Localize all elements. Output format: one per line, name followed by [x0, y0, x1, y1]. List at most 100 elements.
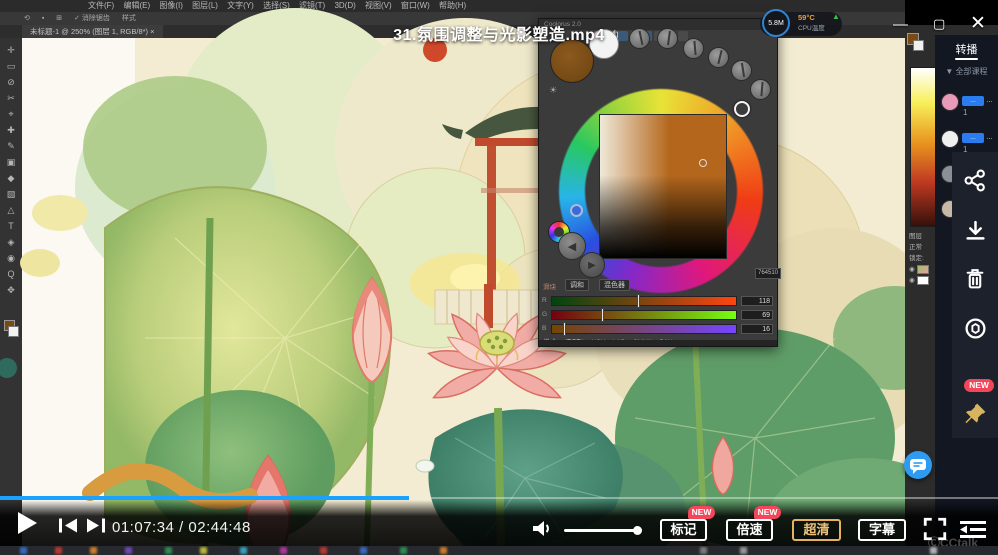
blue-value: 16: [741, 324, 773, 334]
tab-harmony: 调和: [565, 279, 589, 291]
panel-footer: [539, 340, 777, 346]
course-badge: …: [962, 133, 984, 143]
ps-tool-icon: ◆: [0, 170, 22, 186]
ps-tool-icon: ◈: [0, 234, 22, 250]
painting-canvas: [135, 38, 908, 546]
share-button[interactable]: [952, 156, 998, 204]
ps-menu-item: 编辑(E): [123, 1, 150, 10]
avatar: [941, 93, 959, 111]
taskbar-app-icon: [740, 547, 747, 554]
taskbar-app-icon: [700, 547, 707, 554]
new-badge: NEW: [754, 506, 781, 519]
play-button[interactable]: [18, 512, 37, 534]
volume-slider[interactable]: [564, 529, 642, 532]
delete-button[interactable]: [952, 254, 998, 302]
new-badge: NEW: [964, 379, 994, 392]
course-filter[interactable]: ▼ 全部课程: [935, 66, 998, 77]
ps-tool-icon: Q: [0, 266, 22, 282]
rgb-slider-handle-1: [601, 308, 604, 322]
volume-knob[interactable]: [633, 526, 642, 535]
download-icon: [964, 219, 987, 242]
ps-tool-icon: ✂: [0, 90, 22, 106]
ps-tool-icon: ⊘: [0, 74, 22, 90]
ps-menu-item: 文字(Y): [227, 1, 254, 10]
ps-menu-item: 窗口(W): [401, 1, 430, 10]
ps-tool-icon: ◉: [0, 250, 22, 266]
color-picker-panel: Coolorus 2.0 S ↰ ☀ ◀ ▶ 764510: [538, 18, 778, 347]
taskbar-app-icon: [55, 547, 62, 554]
ps-tool-icon: ▭: [0, 58, 22, 74]
ps-menu-item: 图层(L): [192, 1, 218, 10]
video-title: 31.氛围调整与光影塑造.mp4: [0, 21, 998, 45]
chat-icon: [904, 451, 932, 479]
pin-button[interactable]: [952, 390, 998, 438]
minimize-button[interactable]: —: [893, 16, 908, 33]
avatar: [941, 130, 959, 148]
taskbar-app-icon: [440, 547, 447, 554]
chat-bubble-button[interactable]: [904, 451, 932, 479]
picker-tabs: 滑块 调和 混色器: [539, 279, 777, 292]
ps-tool-icon: ▣: [0, 154, 22, 170]
cpu-temp-label: CPU温度: [798, 22, 825, 32]
subtitle-button[interactable]: 字幕: [858, 519, 906, 541]
tab-mixer: 混色器: [599, 279, 630, 291]
course-name: …: [986, 134, 993, 141]
ps-tool-icon: △: [0, 202, 22, 218]
taskbar-app-icon: [280, 547, 287, 554]
temp-trend-arrow-icon: ▲: [832, 12, 840, 21]
taskbar-app-icon: [240, 547, 247, 554]
share-icon: [964, 169, 987, 192]
blue-slider: [551, 324, 737, 334]
hex-value-label: 764510: [755, 268, 781, 279]
download-button[interactable]: [952, 206, 998, 254]
rgb-slider-row: R 118: [539, 296, 777, 307]
rgb-slider-row: B 16: [539, 324, 777, 335]
ps-tool-icon: T: [0, 218, 22, 234]
color-ramp: [910, 67, 936, 227]
quality-button[interactable]: 超清: [792, 519, 841, 541]
background-color-swatch: [8, 326, 19, 337]
os-taskbar: [0, 546, 998, 555]
ps-tool-icon: ✚: [0, 122, 22, 138]
hue-selector-ring: [734, 101, 750, 117]
tab-sliders-label: 滑块: [543, 281, 556, 291]
mark-button[interactable]: 标记: [660, 519, 707, 541]
ps-menu-item: 3D(D): [334, 1, 355, 10]
ps-tool-icon: ✥: [0, 282, 22, 298]
record-button[interactable]: [952, 304, 998, 352]
red-value: 118: [741, 296, 773, 306]
previous-button[interactable]: [56, 517, 80, 534]
ps-menu-item: 图像(I): [159, 1, 183, 10]
network-speed: 5.8M: [762, 9, 790, 37]
adjust-knob: [708, 47, 729, 68]
ps-tool-icon: ⌖: [0, 106, 22, 122]
current-color-swatch: [550, 39, 594, 83]
ps-menu-item: 视图(V): [365, 1, 392, 10]
brightness-icon: ☀: [549, 85, 557, 96]
rgb-slider-row: G 69: [539, 310, 777, 321]
taskbar-tray-icon: [930, 547, 937, 554]
sv-cursor: [699, 159, 707, 167]
next-button[interactable]: [84, 517, 108, 534]
action-icon-rail: NEW: [952, 152, 998, 438]
secondary-hue-marker: [570, 204, 583, 217]
video-player: 文件(F) 编辑(E) 图像(I) 图层(L) 文字(Y) 选择(S) 滤镜(T…: [0, 0, 998, 555]
close-button[interactable]: ✕: [970, 12, 986, 35]
ps-tool-icon: ▧: [0, 186, 22, 202]
new-badge: NEW: [688, 506, 715, 519]
green-slider: [551, 310, 737, 320]
volume-icon[interactable]: [531, 520, 553, 537]
course-name: …: [986, 97, 993, 104]
speed-button[interactable]: 倍速: [726, 519, 773, 541]
ps-menu-item: 帮助(H): [439, 1, 466, 10]
rgb-slider-handle-2: [563, 322, 566, 336]
ps-tool-icon: ✎: [0, 138, 22, 154]
taskbar-app-icon: [20, 547, 27, 554]
record-icon: [964, 317, 987, 340]
adjust-knob: [731, 60, 752, 81]
ps-tool-palette: ✛ ▭ ⊘ ✂ ⌖ ✚ ✎ ▣ ◆ ▧ △ T ◈ ◉ Q ✥: [0, 38, 22, 546]
saturation-value-square: [599, 114, 727, 259]
maximize-button[interactable]: ▢: [933, 16, 945, 32]
taskbar-app-icon: [320, 547, 327, 554]
taskbar-app-icon: [90, 547, 97, 554]
